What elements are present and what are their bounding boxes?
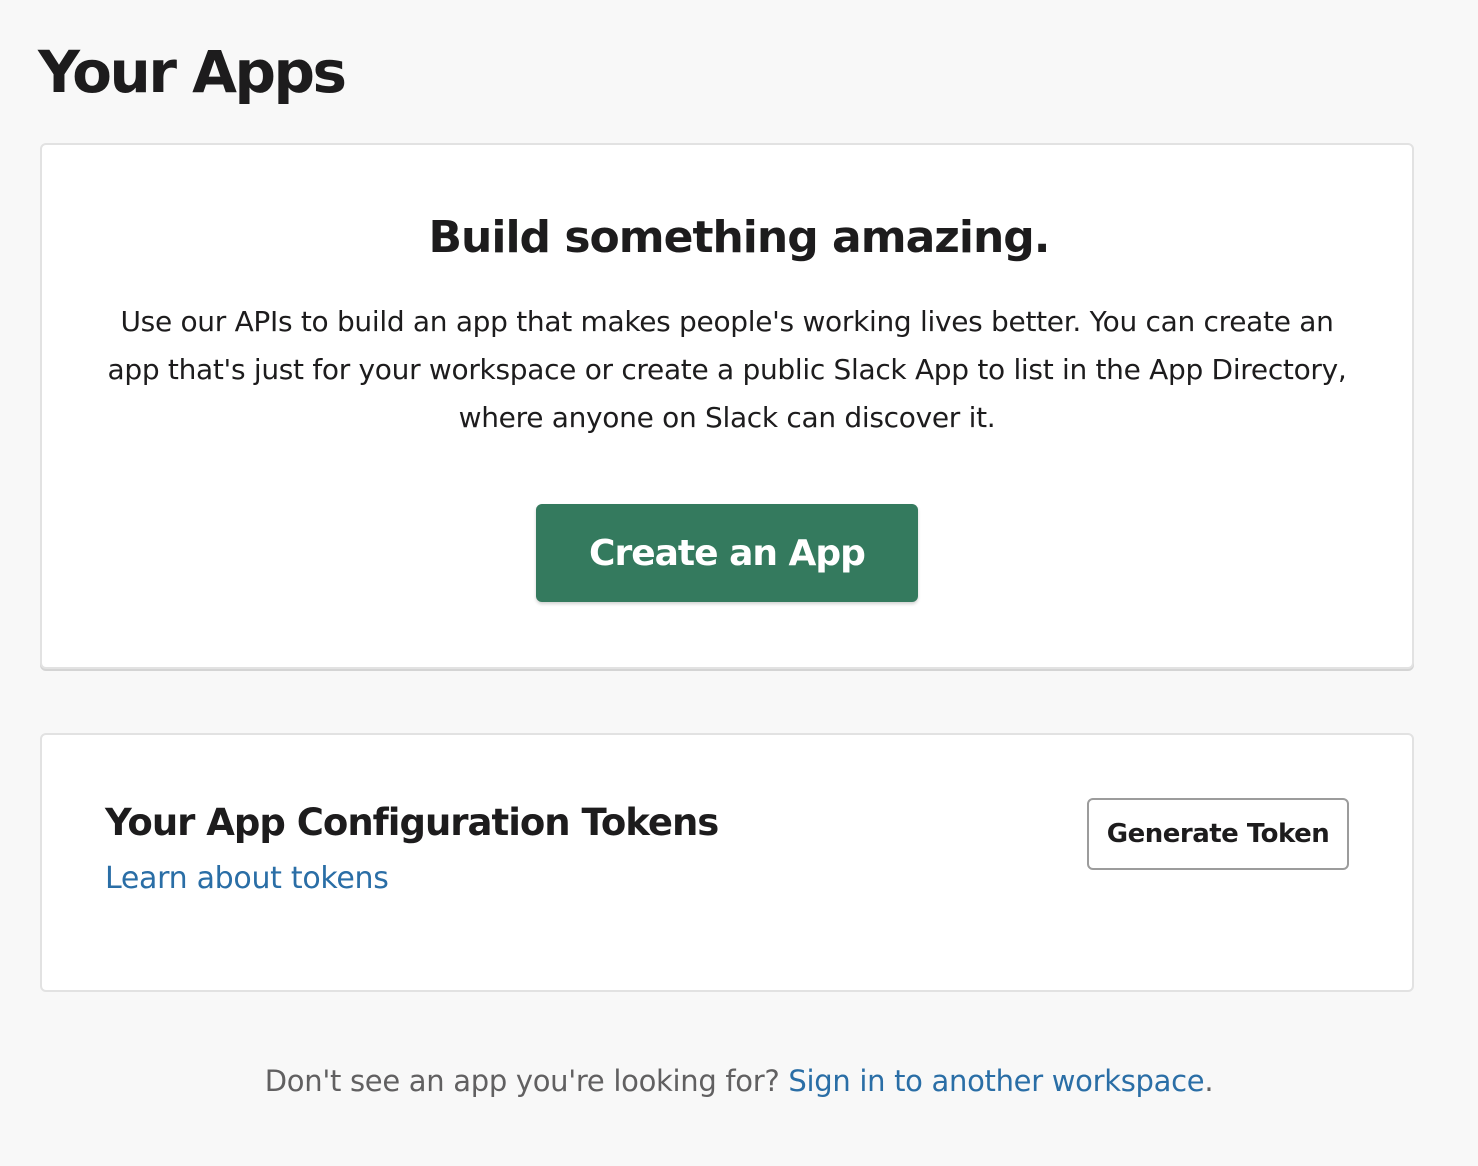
footer-prompt: Don't see an app you're looking for?: [264, 1064, 789, 1098]
tokens-heading: Your App Configuration Tokens: [105, 801, 719, 844]
hero-description: Use our APIs to build an app that makes …: [107, 305, 1347, 434]
generate-token-button[interactable]: Generate Token: [1087, 798, 1349, 870]
page-title: Your Apps: [38, 38, 347, 106]
sign-in-another-workspace-link[interactable]: Sign in to another workspace: [788, 1064, 1204, 1098]
hero-heading: Build something amazing.: [428, 212, 1051, 263]
create-app-button[interactable]: Create an App: [536, 504, 918, 602]
learn-about-tokens-link[interactable]: Learn about tokens: [105, 858, 389, 900]
footer-period: .: [1204, 1064, 1214, 1098]
footer-message: Don't see an app you're looking for? Sig…: [0, 1060, 1478, 1102]
